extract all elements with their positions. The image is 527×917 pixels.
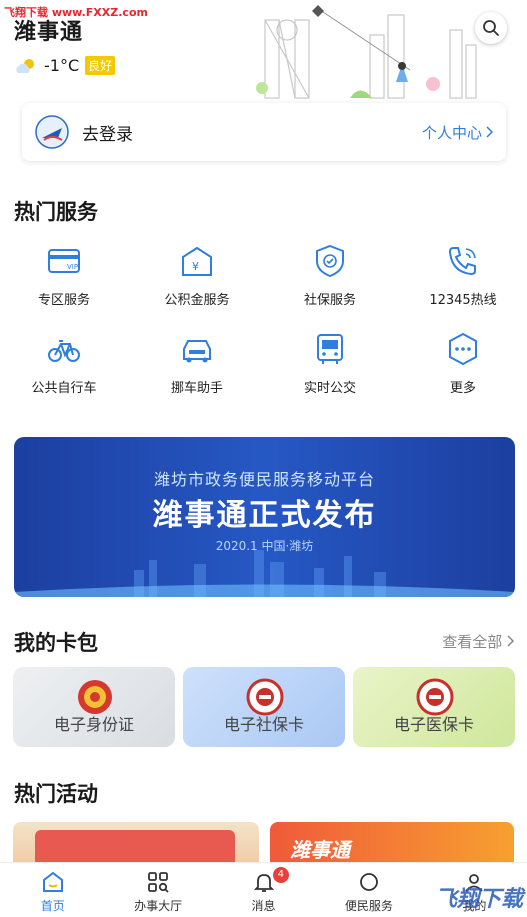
card-id[interactable]: 电子身份证 xyxy=(13,667,175,747)
bus-icon xyxy=(317,334,343,364)
wallet-title: 我的卡包 xyxy=(14,631,98,655)
service-bicycle[interactable]: 公共自行车 xyxy=(9,331,119,396)
service-label: 专区服务 xyxy=(37,293,90,308)
fund-box-icon: ¥ xyxy=(182,246,212,276)
bicycle-icon xyxy=(48,340,80,362)
hot-services-title: 热门服务 xyxy=(14,200,98,224)
search-button[interactable] xyxy=(475,12,507,44)
service-label: 公共自行车 xyxy=(31,381,97,396)
tab-home[interactable]: 首页 xyxy=(0,863,105,917)
service-label: 社保服务 xyxy=(303,293,356,308)
banner-subtitle: 潍坊市政务便民服务移动平台 xyxy=(153,470,375,489)
card-label: 电子社保卡 xyxy=(223,715,304,734)
service-label: 更多 xyxy=(449,381,476,396)
svg-text:VIP: VIP xyxy=(67,263,78,271)
launch-banner[interactable]: 潍坊市政务便民服务移动平台 潍事通正式发布 2020.1 中国·潍坊 xyxy=(14,437,515,597)
personal-center-link[interactable]: 个人中心 xyxy=(422,122,494,143)
shield-icon xyxy=(316,244,344,278)
view-all-label: 查看全部 xyxy=(442,633,503,651)
service-hotline[interactable]: 12345热线 xyxy=(408,243,518,308)
banner-title: 潍事通正式发布 xyxy=(152,498,377,533)
personal-center-label: 个人中心 xyxy=(421,123,482,142)
service-label: 实时公交 xyxy=(303,381,356,396)
card-label: 电子医保卡 xyxy=(393,715,474,734)
tab-label: 便民服务 xyxy=(344,899,393,913)
login-card[interactable]: 去登录 个人中心 xyxy=(22,103,506,161)
search-icon xyxy=(483,20,499,36)
weather-widget: -1°C 良好 xyxy=(14,56,116,75)
tab-label: 办事大厅 xyxy=(134,899,183,913)
card-social-security[interactable]: 电子社保卡 xyxy=(183,667,345,747)
city-illustration xyxy=(256,5,477,99)
service-more[interactable]: 更多 xyxy=(408,331,518,396)
tab-label: 消息 xyxy=(251,899,276,913)
activities-title: 热门活动 xyxy=(14,782,98,806)
chevron-right-icon xyxy=(507,635,515,647)
card-label: 电子身份证 xyxy=(53,715,134,734)
app-logo-icon xyxy=(35,115,69,149)
activity-banner-text: 潍事通 xyxy=(290,838,350,862)
view-all-link[interactable]: 查看全部 xyxy=(442,631,515,652)
service-realtime-bus[interactable]: 实时公交 xyxy=(275,331,385,396)
cloudy-sun-icon xyxy=(16,58,34,73)
girl-figure xyxy=(396,62,408,82)
tab-label: 首页 xyxy=(40,899,65,913)
service-label: 12345热线 xyxy=(429,293,497,308)
watermark-bottom: 飞翔下载 xyxy=(434,887,523,912)
air-quality-badge: 良好 xyxy=(85,56,116,75)
vip-card-icon: VIP xyxy=(48,249,80,273)
service-label: 挪车助手 xyxy=(170,381,223,396)
service-label: 公积金服务 xyxy=(164,293,230,308)
home-icon xyxy=(42,871,63,892)
svg-text:¥: ¥ xyxy=(192,260,199,273)
chevron-right-icon xyxy=(486,126,494,138)
service-zone[interactable]: VIP 专区服务 xyxy=(9,243,119,308)
service-move-car[interactable]: 挪车助手 xyxy=(142,331,252,396)
convenience-icon xyxy=(360,873,378,891)
message-badge: 4 xyxy=(272,867,289,883)
bell-icon xyxy=(253,874,274,892)
card-medical-insurance[interactable]: 电子医保卡 xyxy=(353,667,515,747)
tab-service-hall[interactable]: 办事大厅 xyxy=(105,863,210,917)
login-label[interactable]: 去登录 xyxy=(82,120,133,145)
grid-search-icon xyxy=(148,872,169,893)
more-icon xyxy=(449,332,477,366)
service-fund[interactable]: ¥ 公积金服务 xyxy=(142,243,252,308)
car-icon xyxy=(183,340,211,363)
temperature: -1°C xyxy=(44,56,80,75)
phone-icon xyxy=(448,247,476,276)
watermark-top: 飞翔下载 www.FXXZ.com xyxy=(4,6,148,19)
service-social-security[interactable]: 社保服务 xyxy=(275,243,385,308)
tab-messages[interactable]: 4 消息 xyxy=(211,863,316,917)
banner-date: 2020.1 中国·潍坊 xyxy=(215,539,314,553)
tab-convenience[interactable]: 便民服务 xyxy=(316,863,421,917)
